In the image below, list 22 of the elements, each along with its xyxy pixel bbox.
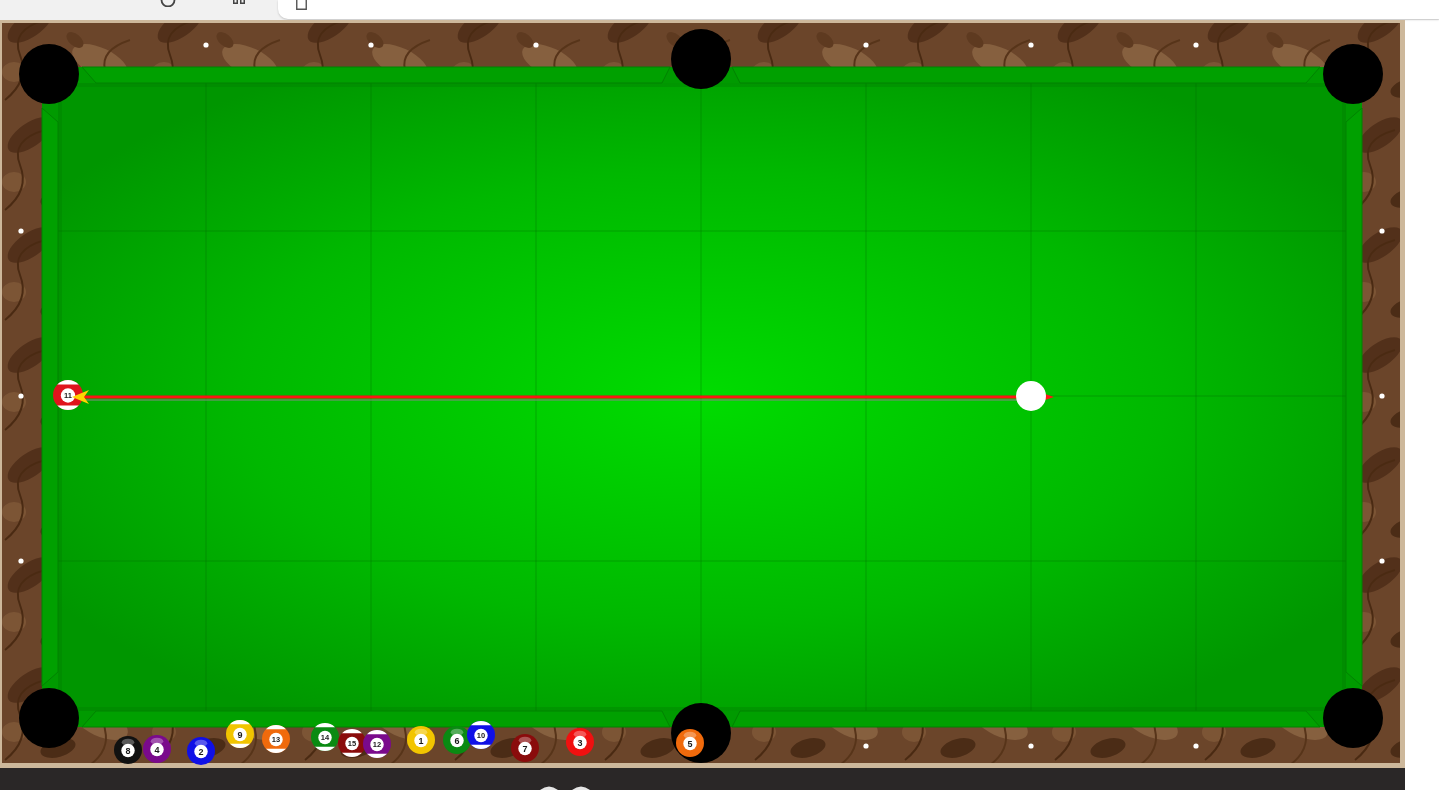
address-field[interactable] [278,0,1439,19]
cut-off-icon [572,786,590,790]
grid-icon[interactable] [233,0,245,4]
pool-ball: 6 [443,726,471,754]
pocket [19,44,79,104]
page-icon [296,0,307,10]
cue-ball [1016,381,1046,411]
pool-ball: 7 [511,734,539,762]
pool-ball: 8 [114,736,142,764]
arrowhead-icon [72,390,89,404]
pool-ball: 5 [676,729,704,757]
pocket [19,688,79,748]
pocket [671,29,731,89]
pool-ball: 3 [566,728,594,756]
pool-ball: 9 [226,720,254,748]
reload-icon[interactable] [160,0,176,7]
pocket [1323,44,1383,104]
pool-ball: 1 [407,726,435,754]
pool-ball: 4 [143,735,171,763]
pocket [1323,688,1383,748]
pool-ball: 2 [187,737,215,765]
cut-off-icon [540,786,558,790]
